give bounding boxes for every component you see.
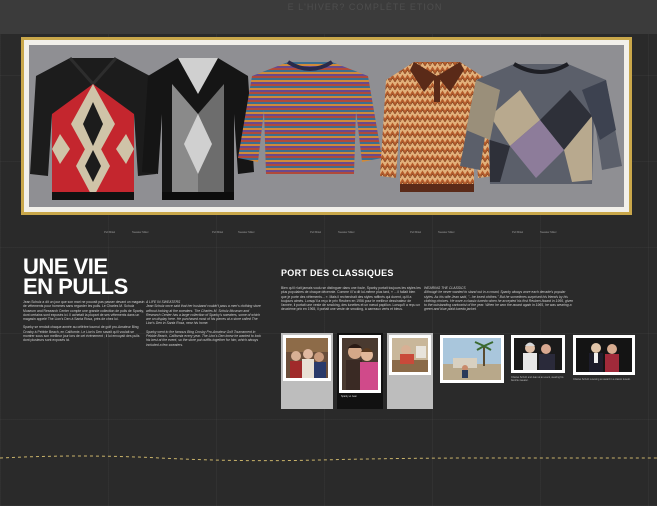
caption-6: Sweater Mikel — [338, 231, 355, 234]
photo-5-card — [511, 335, 565, 373]
photo-6-card — [573, 335, 635, 375]
section1-en-paragraph-2: Sparky went to the famous Bing Crosby Pr… — [146, 329, 261, 347]
section1-french-column: Jean Schulz a dit un jour que son mari n… — [23, 300, 145, 343]
photo-man-desk — [392, 338, 428, 372]
section2-french-column: Bien qu'il n'ait jamais voulu se disting… — [281, 286, 421, 312]
section1-english-column: A LIFE IN SWEATERS Jean Schulz once said… — [146, 300, 264, 347]
photo-man-woman-event — [514, 338, 562, 370]
patchwork-grey-sweater — [460, 62, 622, 184]
photo-2-card — [339, 335, 381, 393]
photo-palm-trees-outdoor — [443, 338, 501, 380]
red-black-argyle-sweater — [30, 57, 156, 200]
photo-2-caption: Sparky et Jean — [341, 395, 357, 398]
photo-4-card — [440, 335, 504, 383]
gold-dashed-wave-line — [0, 455, 657, 462]
sweater-display-panel — [21, 37, 632, 215]
top-strip-text: E L'HIVER? COMPLÈTE ETION — [287, 2, 443, 12]
section-title-une-vie-en-pulls: UNE VIE EN PULLS — [23, 256, 183, 299]
section1-en-paragraph-1: Jean Schulz once said that her husband c… — [146, 304, 261, 326]
photo-couple-pink — [342, 338, 378, 390]
photo-5-caption: Charles Schulz and Jean at an event, wea… — [511, 376, 564, 382]
section2-english-column: WEARING THE CLASSICS Although he never w… — [424, 286, 574, 312]
caption-2: Sweater Mikel — [132, 231, 149, 234]
section2-en-paragraph-1: Although he never wanted to stand out in… — [424, 290, 574, 312]
photo-6-caption: Charles Schulz receiving an award in a c… — [573, 378, 631, 381]
photo-family-group — [286, 338, 328, 378]
photo-3-card — [389, 335, 431, 375]
top-comic-strip: E L'HIVER? COMPLÈTE ETION — [0, 0, 657, 34]
section-heading-port-des-classiques: PORT DES CLASSIQUES — [281, 268, 394, 278]
caption-8: Sweater Mikel — [438, 231, 455, 234]
caption-10: Sweater Mikel — [540, 231, 557, 234]
photo-man-award — [576, 338, 632, 372]
photo-1-card — [283, 335, 331, 381]
caption-4: Sweater Mikel — [238, 231, 255, 234]
section2-fr-paragraph-1: Bien qu'il n'ait jamais voulu se disting… — [281, 286, 421, 312]
section1-fr-paragraph-2: Sparky se rendait chaque année au célèbr… — [23, 325, 140, 343]
multicolor-stripe-sweater — [238, 60, 382, 174]
section1-fr-paragraph-1: Jean Schulz a dit un jour que son mari n… — [23, 300, 145, 322]
title-line-2: EN PULLS — [23, 274, 128, 299]
